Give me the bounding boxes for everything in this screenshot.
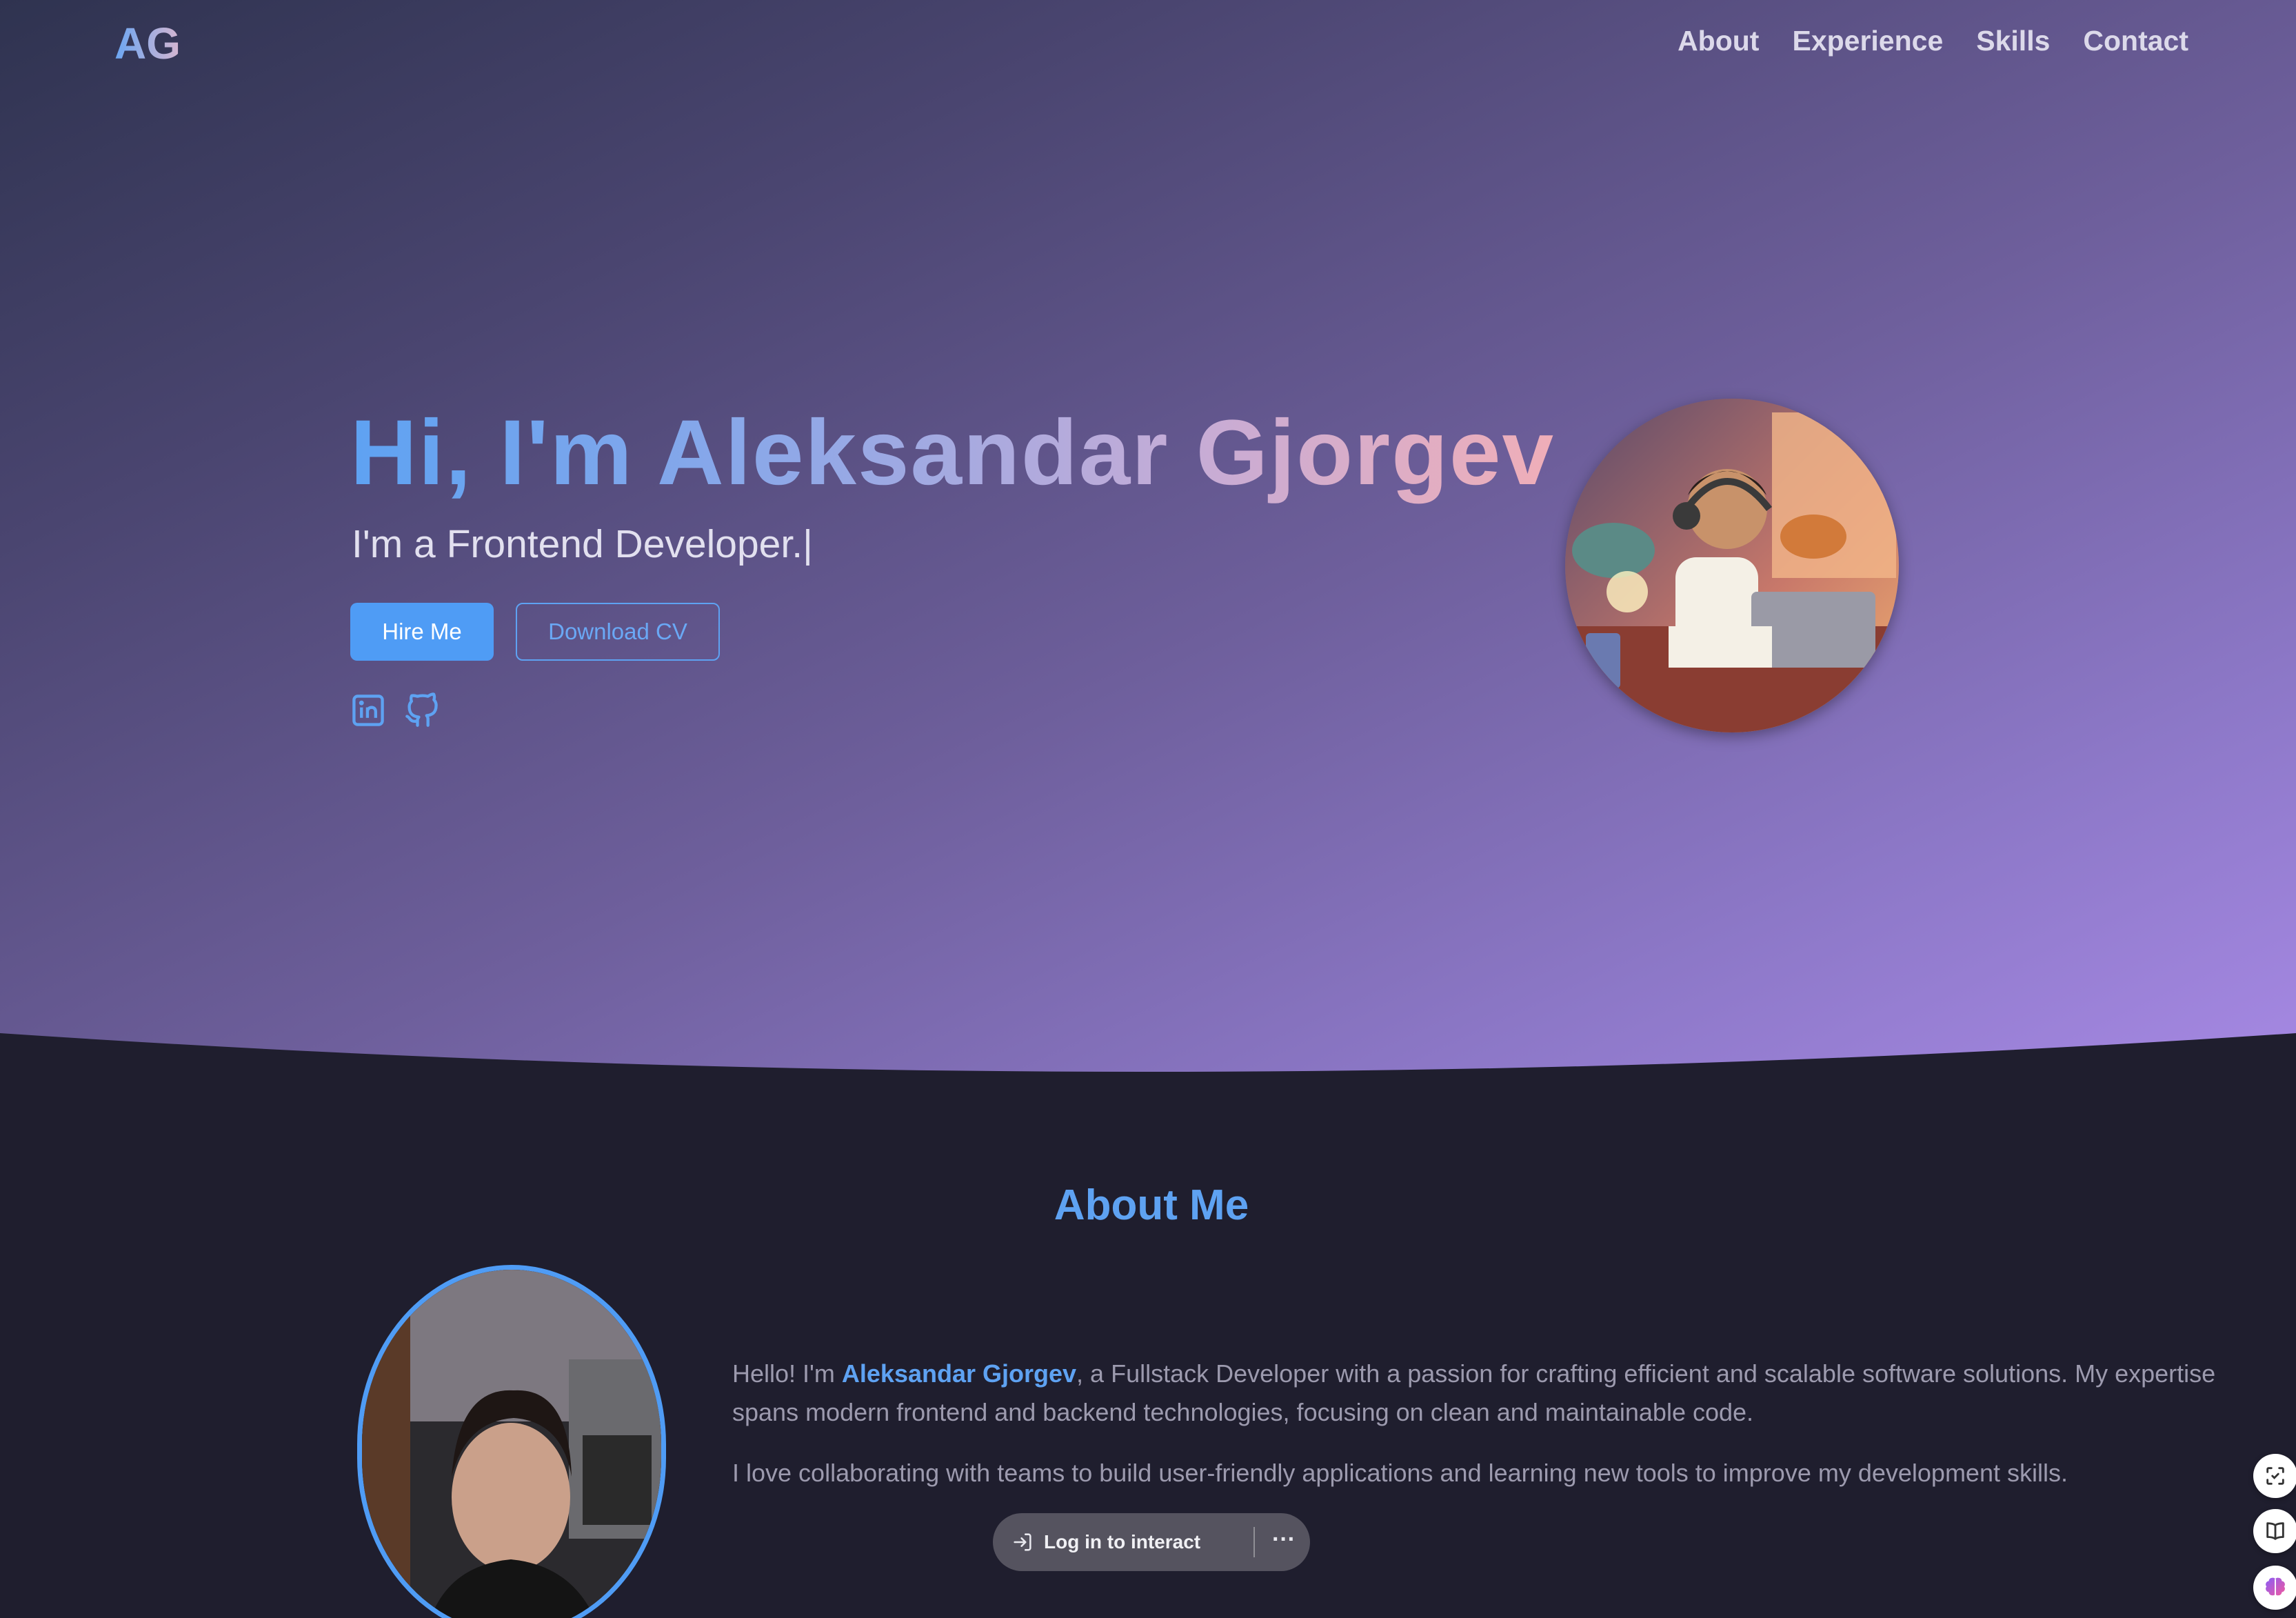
about-paragraph-1: Hello! I'm Aleksandar Gjorgev, a Fullsta… xyxy=(732,1359,2216,1426)
screenshot-tool-button[interactable] xyxy=(2253,1454,2296,1498)
login-to-interact-pill[interactable]: Log in to interact ··· xyxy=(993,1513,1310,1571)
crop-scan-icon xyxy=(2266,1467,2284,1485)
hero-wave-divider xyxy=(0,1033,2296,1159)
nav-experience[interactable]: Experience xyxy=(1792,25,1943,57)
about-profile-photo xyxy=(357,1265,666,1618)
nav-contact[interactable]: Contact xyxy=(2083,25,2188,57)
linkedin-icon[interactable] xyxy=(350,692,386,728)
nav-skills[interactable]: Skills xyxy=(1976,25,2050,57)
pill-divider xyxy=(1253,1527,1255,1557)
main-nav: About Experience Skills Contact xyxy=(1678,25,2188,57)
about-name-highlight: Aleksandar Gjorgev xyxy=(841,1359,1077,1388)
site-logo[interactable]: AG xyxy=(114,18,181,69)
hero-avatar-illustration xyxy=(1565,399,1899,732)
typed-role-text: I'm a Frontend Developer. xyxy=(352,522,803,566)
more-options-button[interactable]: ··· xyxy=(1269,1526,1299,1559)
ai-assistant-button[interactable] xyxy=(2253,1566,2296,1610)
nav-about[interactable]: About xyxy=(1678,25,1759,57)
github-icon[interactable] xyxy=(404,692,440,728)
reader-tool-button[interactable] xyxy=(2253,1509,2296,1553)
hero-subtitle: I'm a Frontend Developer.| xyxy=(352,521,813,567)
login-icon xyxy=(1014,1533,1031,1551)
about-paragraph-2: I love collaborating with teams to build… xyxy=(732,1459,2068,1487)
book-icon xyxy=(2266,1522,2284,1540)
download-cv-button[interactable]: Download CV xyxy=(516,603,720,661)
about-text: Hello! I'm Aleksandar Gjorgev, a Fullsta… xyxy=(732,1355,2263,1515)
about-section-title: About Me xyxy=(1054,1181,1249,1229)
hero-section xyxy=(0,0,2296,1117)
login-label: Log in to interact xyxy=(1044,1531,1201,1552)
hero-title: Hi, I'm Aleksandar Gjorgev xyxy=(350,401,1555,504)
brain-icon xyxy=(2266,1577,2285,1597)
typing-caret: | xyxy=(803,522,813,566)
hire-me-button[interactable]: Hire Me xyxy=(350,603,494,661)
